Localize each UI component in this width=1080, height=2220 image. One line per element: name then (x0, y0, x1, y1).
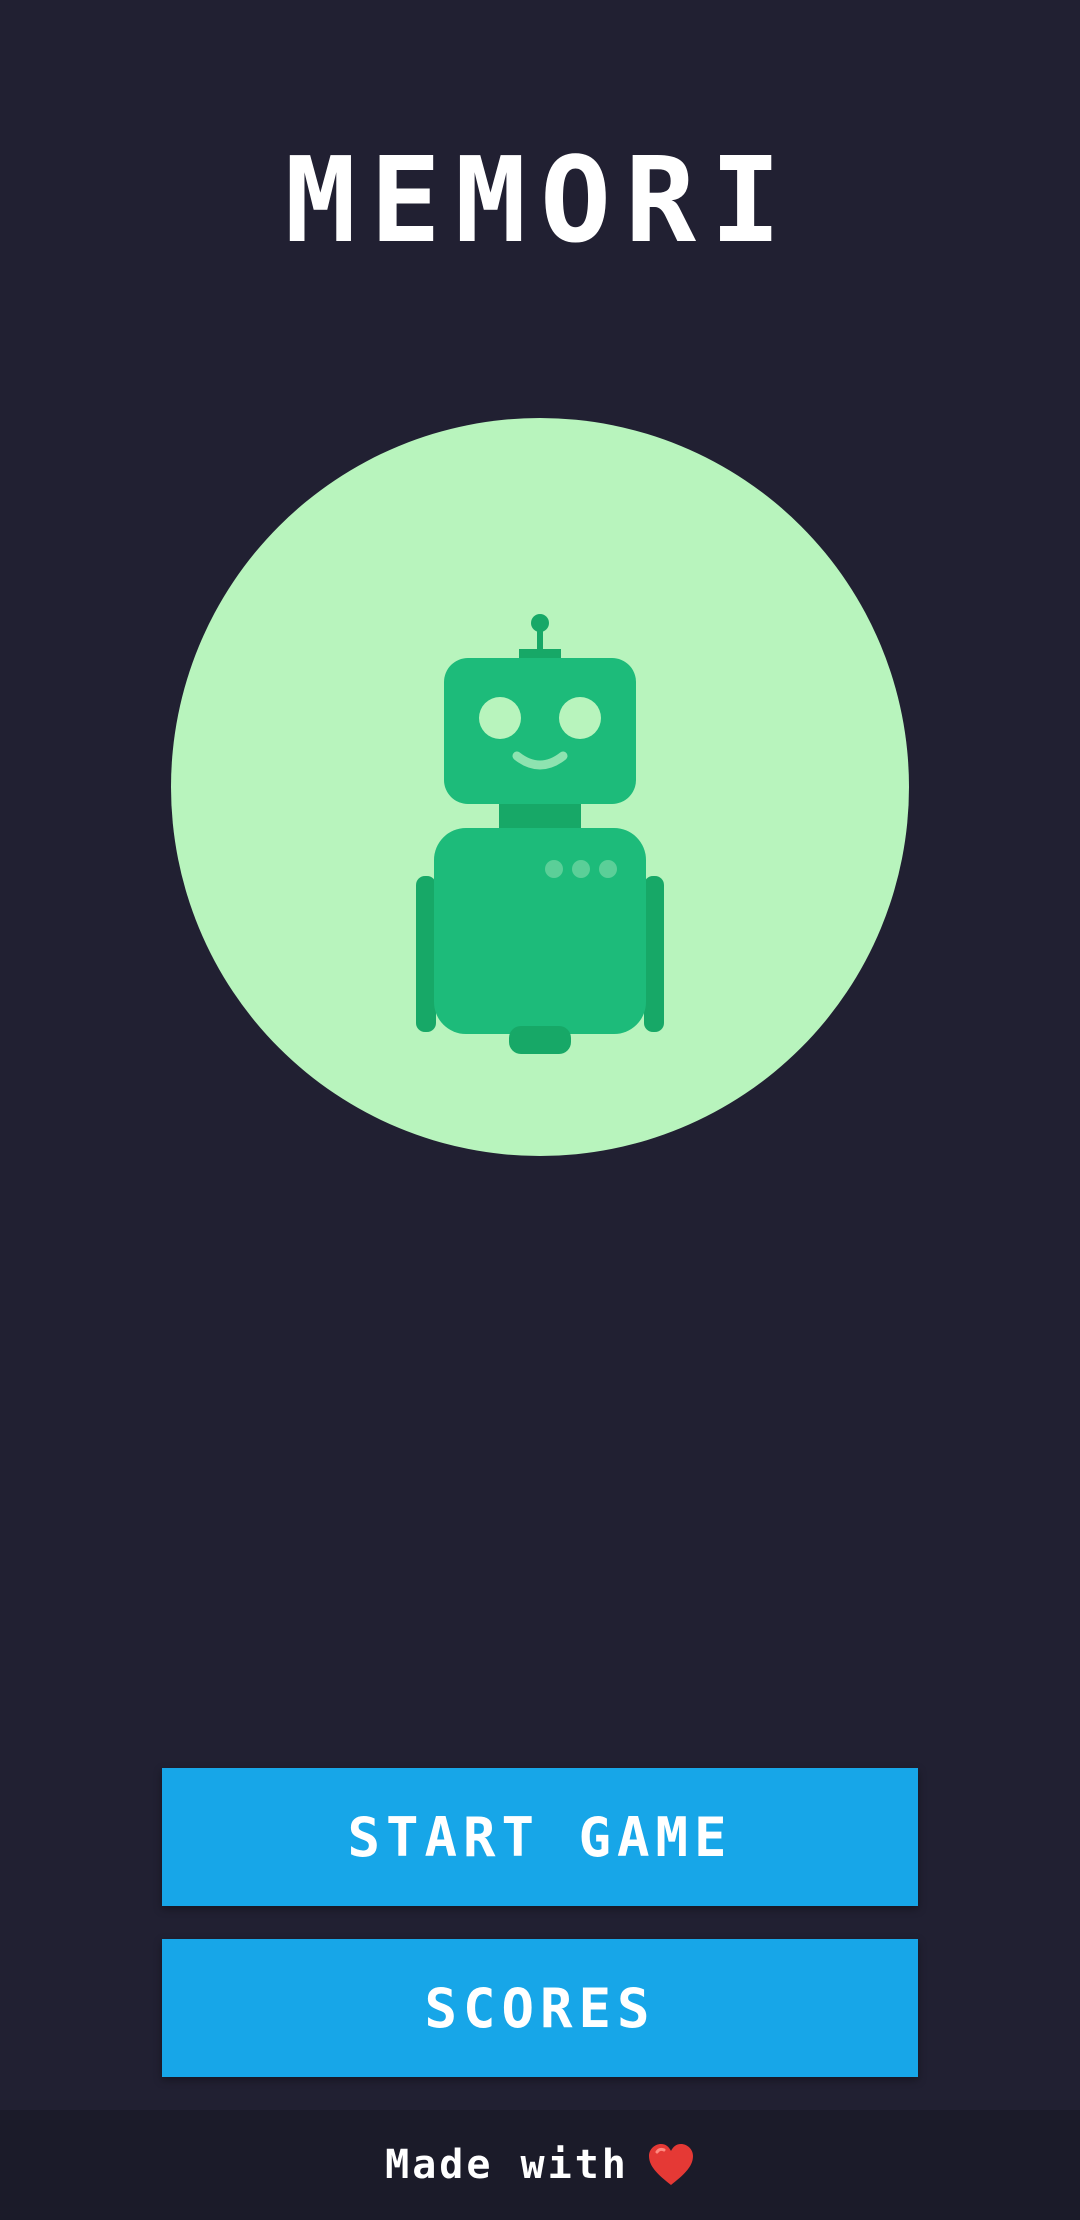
robot-body-dot (599, 860, 617, 878)
hero-circle (171, 418, 909, 1156)
robot-right-arm (644, 876, 664, 1032)
start-game-button[interactable]: START GAME (162, 1768, 918, 1906)
robot-icon (416, 614, 664, 1054)
robot-body (434, 828, 646, 1034)
robot-foot (509, 1026, 571, 1054)
robot-body-dot (545, 860, 563, 878)
app-title: MEMORI (284, 131, 796, 269)
robot-antenna-stem (537, 623, 543, 653)
robot-body-dot (572, 860, 590, 878)
robot-right-eye (559, 697, 601, 739)
heart-icon (648, 2144, 693, 2185)
scores-button[interactable]: SCORES (162, 1939, 918, 2077)
robot-antenna-base (519, 649, 561, 658)
footer: Made with (0, 2110, 1080, 2220)
robot-left-arm (416, 876, 436, 1032)
robot-left-eye (479, 697, 521, 739)
robot-neck (499, 804, 581, 830)
robot-head (444, 658, 636, 804)
footer-text: Made with (385, 2142, 629, 2188)
